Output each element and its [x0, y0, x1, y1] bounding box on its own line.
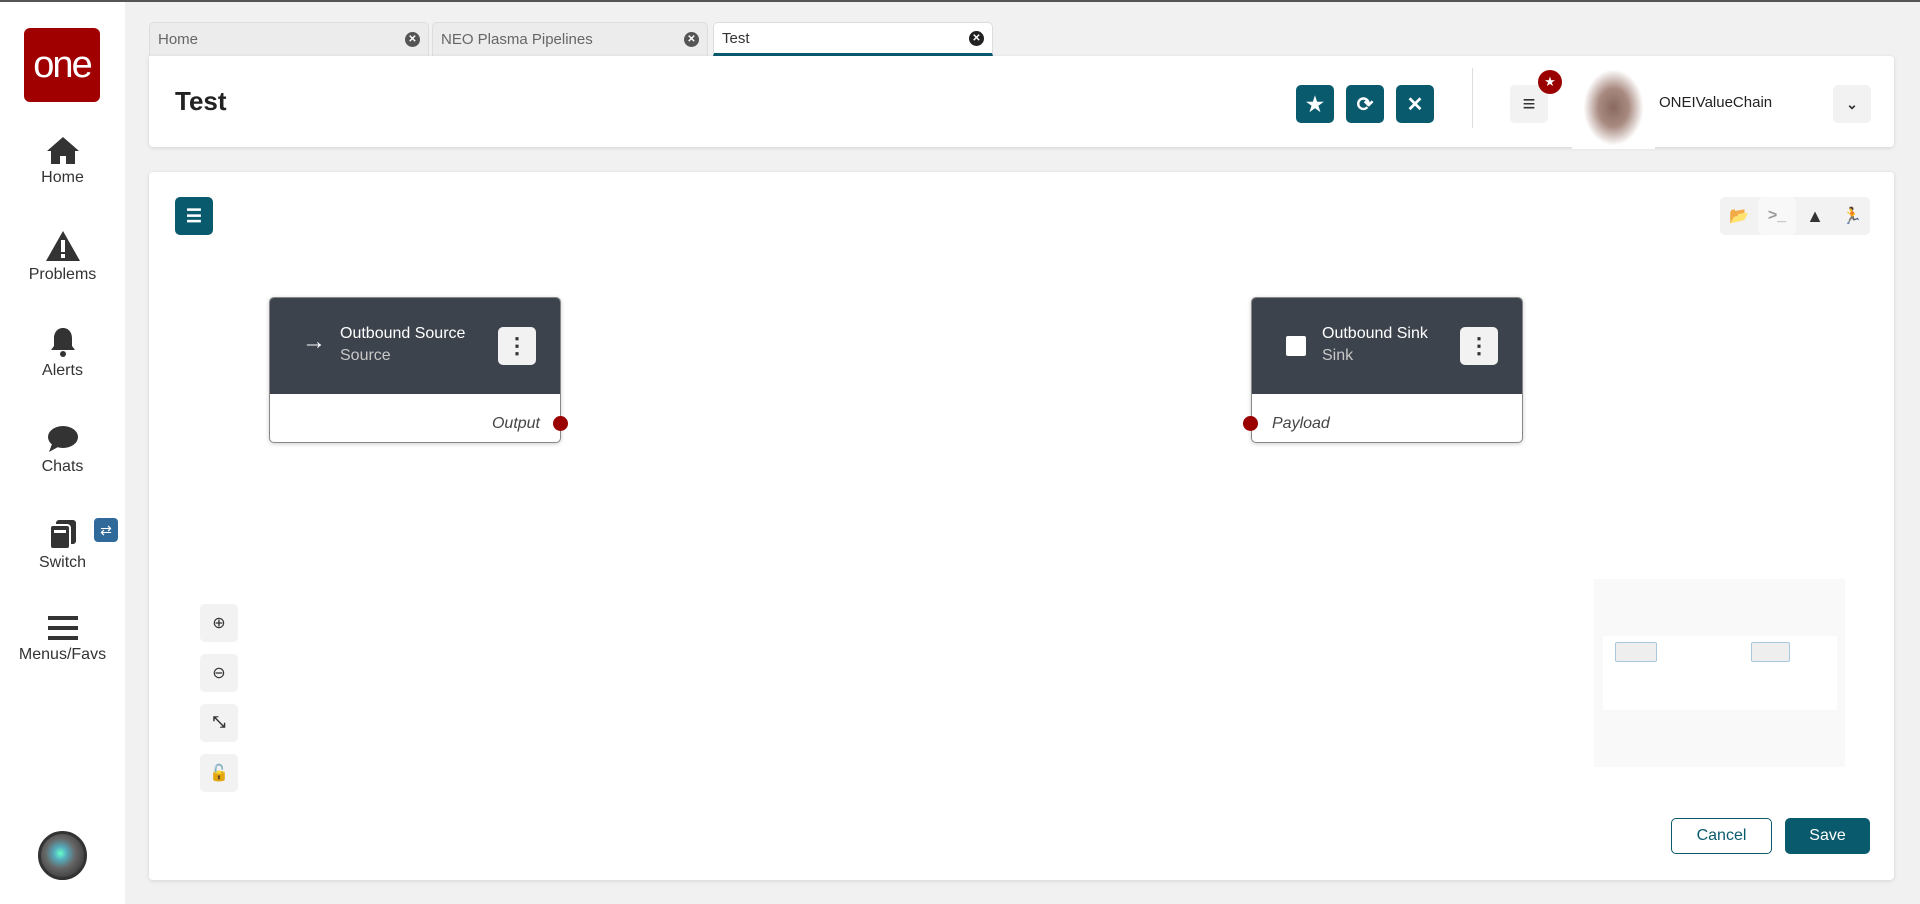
user-menu-dropdown[interactable]: ⌄	[1833, 85, 1871, 123]
sidebar-item-label: Menus/Favs	[18, 646, 107, 663]
warning-icon	[45, 231, 80, 261]
sidebar-item-menus-favs[interactable]: Menus/Favs	[0, 614, 125, 664]
refresh-button[interactable]: ⟳	[1346, 85, 1384, 123]
save-button[interactable]: Save	[1785, 818, 1870, 854]
favorite-button[interactable]: ★	[1296, 85, 1334, 123]
canvas-toolbar: 📂 >_ ▲ 🏃	[1720, 197, 1870, 235]
minimap-node	[1615, 642, 1657, 662]
zoom-in-icon: ⊕	[212, 615, 226, 632]
sidebar-item-chats[interactable]: Chats	[0, 424, 125, 476]
node-title: Outbound Sink	[1322, 325, 1428, 342]
close-tab-icon[interactable]: ✕	[684, 32, 699, 47]
zoom-out-icon: ⊖	[212, 665, 226, 682]
pipeline-canvas[interactable]: ☰ 📂 >_ ▲ 🏃 → Outbound Source Source ⋮ Ou…	[149, 172, 1894, 880]
one-logo[interactable]: one	[24, 28, 100, 102]
minimap[interactable]	[1594, 579, 1845, 767]
bell-icon	[50, 328, 75, 357]
sidebar: one Home Problems Alerts Chats Switch ⇄ …	[0, 2, 125, 904]
assistant-avatar[interactable]	[38, 831, 87, 880]
node-list-button[interactable]: ☰	[175, 197, 213, 235]
node-menu-kebab-icon[interactable]: ⋮	[1460, 327, 1498, 365]
sidebar-item-label: Switch	[38, 554, 87, 571]
sidebar-item-label: Chats	[41, 458, 84, 475]
close-tab-icon[interactable]: ✕	[405, 32, 420, 47]
tab-label: Test	[722, 29, 750, 47]
arrow-right-icon: →	[302, 328, 326, 355]
node-menu-kebab-icon[interactable]: ⋮	[498, 327, 536, 365]
tab-home[interactable]: Home ✕	[149, 22, 429, 56]
tab-test[interactable]: Test ✕	[713, 22, 993, 56]
home-icon	[46, 137, 79, 164]
node-title: Outbound Source	[340, 325, 466, 342]
tab-label: Home	[158, 31, 199, 48]
open-folder-icon[interactable]: 📂	[1720, 197, 1758, 235]
sidebar-item-problems[interactable]: Problems	[0, 230, 125, 284]
user-avatar[interactable]	[1572, 66, 1655, 149]
compress-icon: ⤡	[212, 714, 226, 731]
sidebar-item-label: Problems	[28, 266, 97, 283]
org-name: ONEIValueChain	[1659, 94, 1773, 111]
switch-icon	[48, 520, 76, 550]
chat-icon	[47, 426, 78, 452]
output-port-label: Output	[491, 415, 540, 432]
tab-label: NEO Plasma Pipelines	[441, 31, 593, 48]
close-button[interactable]: ✕	[1396, 85, 1434, 123]
refresh-icon: ⟳	[1356, 93, 1374, 116]
list-icon: ≡	[1522, 91, 1536, 116]
output-port[interactable]	[553, 416, 568, 431]
header-bar: Test ★ ⟳ ✕ ≡ ★ ONEIValueChain ⌄	[149, 56, 1894, 149]
tab-neo-plasma-pipelines[interactable]: NEO Plasma Pipelines ✕	[432, 22, 708, 56]
close-icon: ✕	[1406, 93, 1424, 116]
sidebar-item-alerts[interactable]: Alerts	[0, 326, 125, 380]
node-outbound-sink[interactable]: Outbound Sink Sink ⋮ Payload	[1251, 297, 1523, 443]
sidebar-item-label: Home	[41, 169, 84, 186]
minimap-node	[1751, 642, 1790, 662]
page-title: Test	[175, 86, 227, 116]
sidebar-item-home[interactable]: Home	[0, 135, 125, 187]
zoom-out-button[interactable]: ⊖	[200, 654, 238, 692]
close-tab-icon[interactable]: ✕	[969, 30, 984, 46]
node-outbound-source[interactable]: → Outbound Source Source ⋮ Output	[269, 297, 561, 443]
mountain-icon[interactable]: ▲	[1796, 197, 1834, 235]
divider	[1472, 68, 1473, 128]
cancel-button[interactable]: Cancel	[1671, 818, 1772, 854]
zoom-in-button[interactable]: ⊕	[200, 604, 238, 642]
list-icon: ☰	[185, 205, 203, 226]
payload-port[interactable]	[1243, 416, 1258, 431]
fit-view-button[interactable]: ⤡	[200, 704, 238, 742]
sidebar-item-label: Alerts	[42, 362, 83, 379]
chevron-down-icon: ⌄	[1846, 95, 1858, 112]
node-subtitle: Source	[340, 347, 391, 364]
switch-badge-icon[interactable]: ⇄	[94, 518, 118, 542]
unlock-icon: 🔓	[209, 765, 229, 782]
payload-port-label: Payload	[1272, 415, 1330, 432]
run-icon[interactable]: 🏃	[1834, 197, 1870, 235]
node-subtitle: Sink	[1322, 347, 1354, 364]
star-icon: ★	[1306, 93, 1324, 116]
lock-toggle-button[interactable]: 🔓	[200, 754, 238, 792]
square-icon	[1286, 336, 1306, 356]
hamburger-icon	[47, 616, 78, 640]
terminal-icon[interactable]: >_	[1758, 197, 1796, 235]
favorites-star-badge-icon[interactable]: ★	[1538, 70, 1562, 94]
